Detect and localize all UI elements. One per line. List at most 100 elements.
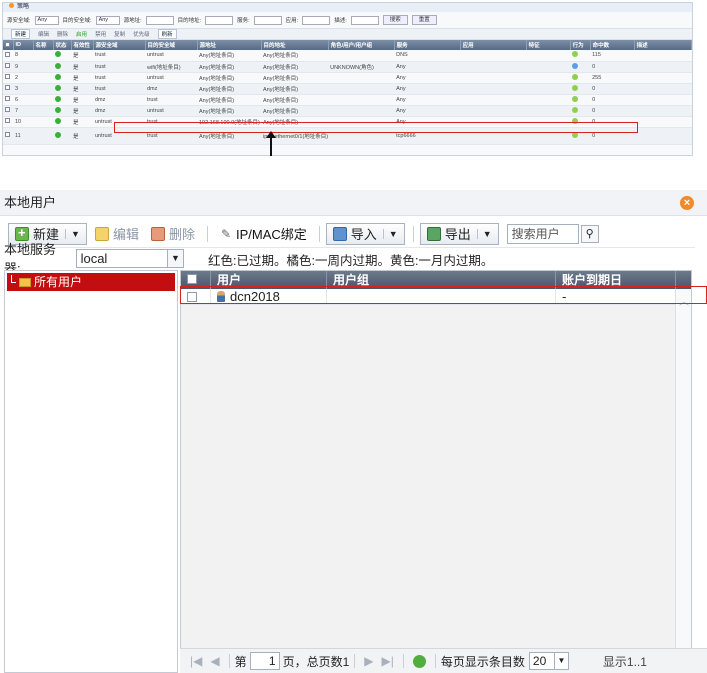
row-checkbox[interactable] [3,127,13,145]
col-id[interactable]: ID [13,40,34,50]
chevron-down-icon[interactable]: ▼ [167,249,183,267]
user-search-input[interactable]: 搜索用户 [506,223,579,244]
policy-enable-button[interactable]: 启用 [76,30,87,38]
row-checkbox[interactable] [3,83,13,95]
ipmac-bind-button[interactable]: ✎ IP/MAC绑定 [214,223,313,245]
row-checkbox[interactable] [3,116,13,128]
src-addr-input[interactable] [145,15,174,25]
cell-hits: 0 [590,61,635,73]
toolbar-divider [318,225,320,242]
pointer-arrow [266,131,276,156]
page-summary: 显示1..1 [602,654,647,669]
per-page-select[interactable]: 20 ▼ [528,652,569,670]
policy-search-button[interactable]: 搜索 [382,15,408,25]
app-input[interactable] [302,15,331,25]
table-row[interactable]: 6 是 dmz trust Any(地址条目) Any(地址条目) Any 0 [3,94,692,106]
service-input[interactable] [253,15,282,25]
last-page-icon[interactable]: ▶| [382,654,394,668]
col-src-addr[interactable]: 源地址 [197,40,262,50]
col-desc[interactable]: 描述 [634,40,692,50]
refresh-icon[interactable] [412,654,426,668]
table-row[interactable]: 8 是 trust untrust Any(地址条目) Any(地址条目) DNS 115 [3,50,692,62]
cell-app [460,50,527,62]
col-dst-addr[interactable]: 目的地址 [261,40,329,50]
status-icon [53,116,71,128]
select-all-checkbox[interactable] [3,40,14,50]
col-action[interactable]: 行为 [570,40,591,50]
table-row[interactable]: 9 是 trust wifi(地址条目) Any(地址条目) Any(地址条目) UNKNO… [3,61,692,73]
cell-validity: 是 [71,105,93,117]
policy-reset-button[interactable]: 重置 [411,15,437,25]
cell-src-zone: trust [93,72,145,84]
cell-src-addr: Any(地址条目) [197,50,261,62]
col-validity[interactable]: 有效性 [71,40,94,50]
status-icon [53,50,71,62]
col-name[interactable]: 名称 [33,40,54,50]
cell-name [33,116,53,128]
table-row[interactable]: 2 是 trust untrust Any(地址条目) Any(地址条目) Any 255 [3,72,692,84]
col-dst-zone[interactable]: 目的安全域 [145,40,198,50]
col-src-zone[interactable]: 源安全域 [93,40,146,50]
local-server-select[interactable]: local ▼ [75,248,184,268]
vertical-scrollbar[interactable]: ︿ ﹀ [675,289,691,672]
desc-input[interactable] [350,15,379,25]
new-dropdown-icon[interactable]: ▼ [65,228,80,239]
cell-id: 11 [13,127,33,145]
import-button[interactable]: 导入 ▼ [325,222,405,245]
cell-hits: 115 [590,50,635,62]
page-number-input[interactable]: 1 [249,652,280,670]
dst-zone-select[interactable]: Any [95,15,120,25]
row-checkbox[interactable] [3,105,13,117]
policy-priority-button[interactable]: 优先级 [133,30,150,38]
src-zone-select[interactable]: Any [34,15,59,25]
cell-desc [634,50,692,62]
user-toolbar: 新建 ▼ 编辑 删除 ✎ IP/MAC绑定 导入 ▼ 导出 ▼ 搜索用户 ⚲ [8,220,695,248]
policy-disable-button[interactable]: 禁用 [95,30,106,38]
cell-app [460,61,527,73]
dst-addr-input[interactable] [205,15,234,25]
close-icon[interactable]: × [680,196,694,210]
col-app[interactable]: 应用 [460,40,527,50]
local-server-value: local [80,250,108,266]
policy-edit-button[interactable]: 编辑 [38,30,49,38]
import-dropdown-icon[interactable]: ▼ [382,228,398,239]
policy-refresh-button[interactable]: 刷新 [157,29,177,39]
table-row[interactable]: 3 是 trust dmz Any(地址条目) Any(地址条目) Any 0 [3,83,692,95]
col-status[interactable]: 状态 [53,40,72,50]
row-checkbox[interactable] [3,50,13,62]
cell-src-addr: Any(地址条目) [197,61,261,73]
cell-name [33,72,53,84]
tree-node-all-users[interactable]: 所有用户 [7,273,175,291]
cell-dst-addr: Any(地址条目) [261,94,329,106]
cell-dst-zone: wifi(地址条目) [145,61,197,73]
user-row-highlight [180,286,707,304]
col-service[interactable]: 服务 [394,40,461,50]
prev-page-icon[interactable]: ◀ [210,654,219,668]
search-icon[interactable]: ⚲ [580,224,599,243]
policy-new-button[interactable]: 新建 [11,29,31,39]
export-button[interactable]: 导出 ▼ [419,222,499,245]
cell-app [460,72,527,84]
delete-button[interactable]: 删除 [145,223,201,245]
row-checkbox[interactable] [3,72,13,84]
policy-copy-button[interactable]: 复制 [114,30,125,38]
trash-icon [150,226,165,241]
first-page-icon[interactable]: |◀ [190,654,202,668]
edit-button[interactable]: 编辑 [89,223,145,245]
col-feature[interactable]: 特征 [526,40,571,50]
cell-hits: 0 [590,83,635,95]
pagination-bar: |◀ ◀ 第 1 页，总页数1 ▶ ▶| 每页显示条目数 20 ▼ 显示1..1 [180,648,707,673]
export-dropdown-icon[interactable]: ▼ [476,228,492,239]
col-role[interactable]: 角色/用户/用户组 [328,40,395,50]
col-hits[interactable]: 命中数 [590,40,635,50]
cell-hits: 255 [590,72,635,84]
row-checkbox[interactable] [3,94,13,106]
action-icon [570,94,591,106]
cell-src-zone: trust [93,50,145,62]
policy-delete-button[interactable]: 删除 [57,30,68,38]
table-row[interactable]: 7 是 dmz untrust Any(地址条目) Any(地址条目) Any 0 [3,105,692,117]
next-page-icon[interactable]: ▶ [364,654,373,668]
status-icon [53,61,71,73]
chevron-down-icon[interactable]: ▼ [553,653,568,669]
row-checkbox[interactable] [3,61,13,73]
